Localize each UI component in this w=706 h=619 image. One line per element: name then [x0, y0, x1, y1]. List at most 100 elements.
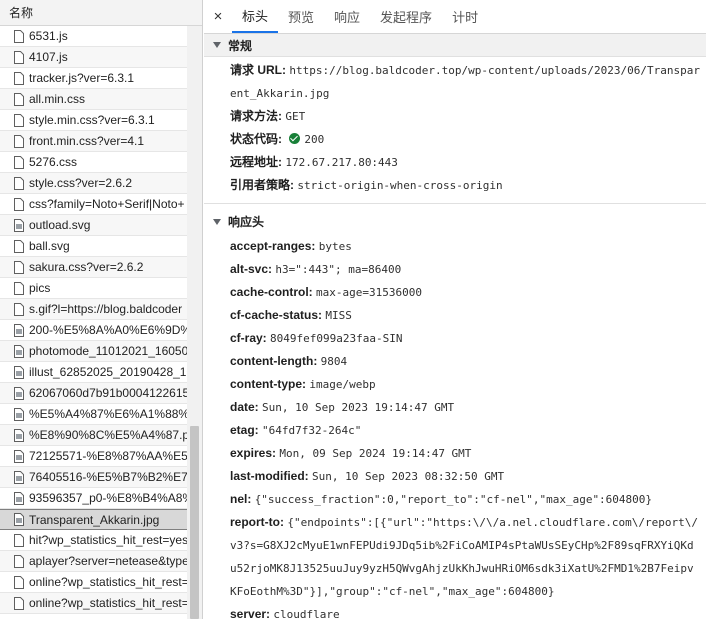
file-icon — [14, 29, 24, 43]
response-header-row: last-modified: Sun, 10 Sep 2023 08:32:50… — [204, 465, 706, 488]
request-row[interactable]: pics — [0, 278, 187, 299]
response-header-row: alt-svc: h3=":443"; ma=86400 — [204, 258, 706, 281]
response-header-value: MISS — [325, 309, 352, 322]
request-name: pics — [29, 281, 51, 295]
request-name: css?family=Noto+Serif|Noto+ — [29, 197, 185, 211]
general-section: 请求 URL: https://blog.baldcoder.top/wp-co… — [204, 57, 706, 204]
request-row[interactable]: Transparent_Akkarin.jpg — [0, 509, 187, 530]
request-row[interactable]: online?wp_statistics_hit_rest=y — [0, 593, 187, 614]
response-header-value: {"success_fraction":0,"report_to":"cf-ne… — [254, 493, 653, 506]
request-row[interactable]: 6531.js — [0, 26, 187, 47]
close-icon[interactable]: × — [204, 0, 232, 33]
response-headers-section-header[interactable]: 响应头 — [204, 210, 706, 233]
file-icon — [14, 239, 24, 253]
response-header-value: "64fd7f32-264c" — [262, 424, 362, 437]
tab-headers[interactable]: 标头 — [232, 0, 279, 33]
response-header-row: expires: Mon, 09 Sep 2024 19:14:47 GMT — [204, 442, 706, 465]
request-row[interactable]: 72125571-%E8%87%AA%E5% — [0, 446, 187, 467]
request-row[interactable]: hit?wp_statistics_hit_rest=yes. — [0, 530, 187, 551]
request-row[interactable]: 4107.js — [0, 47, 187, 68]
scrollbar-thumb[interactable] — [190, 426, 199, 619]
request-row[interactable]: 62067060d7b91b0004122615 — [0, 383, 187, 404]
request-row[interactable]: tracker.js?ver=6.3.1 — [0, 68, 187, 89]
request-name: illust_62852025_20190428_10 — [29, 365, 187, 379]
request-url-value: https://blog.baldcoder.top/wp-content/up… — [230, 64, 700, 100]
request-row[interactable]: 93596357_p0-%E8%B4%A8%E — [0, 488, 187, 509]
file-icon — [14, 176, 24, 190]
request-name: online?wp_statistics_hit_rest=y — [29, 596, 187, 610]
section-divider — [204, 203, 706, 204]
response-header-row: etag: "64fd7f32-264c" — [204, 419, 706, 442]
response-header-name: cf-ray: — [230, 331, 267, 345]
file-icon — [14, 155, 24, 169]
response-header-row: cf-cache-status: MISS — [204, 304, 706, 327]
remote-address-row: 远程地址: 172.67.217.80:443 — [204, 151, 706, 174]
file-icon — [14, 50, 24, 64]
image-file-icon — [14, 218, 24, 232]
image-file-icon — [14, 513, 24, 526]
request-row[interactable]: illust_62852025_20190428_10 — [0, 362, 187, 383]
remote-address-value: 172.67.217.80:443 — [285, 156, 398, 169]
request-list-scrollbar[interactable] — [187, 26, 202, 619]
name-column-label: 名称 — [9, 6, 34, 20]
request-name: tracker.js?ver=6.3.1 — [29, 71, 135, 85]
request-row[interactable]: %E8%90%8C%E5%A4%87.png — [0, 425, 187, 446]
file-icon — [14, 281, 24, 295]
response-header-value: bytes — [318, 240, 352, 253]
image-file-icon — [14, 344, 24, 358]
image-file-icon — [14, 428, 24, 442]
request-row[interactable]: front.min.css?ver=4.1 — [0, 131, 187, 152]
request-name: 6531.js — [29, 29, 68, 43]
request-row[interactable]: 76405516-%E5%B7%B2%E7% — [0, 467, 187, 488]
image-file-icon — [14, 323, 24, 337]
response-header-row: report-to: {"endpoints":[{"url":"https:\… — [204, 511, 706, 603]
response-header-name: cache-control: — [230, 285, 313, 299]
response-header-name: accept-ranges: — [230, 239, 316, 253]
response-header-name: server: — [230, 607, 271, 619]
request-row[interactable]: 200-%E5%8A%A0%E6%9D%8 — [0, 320, 187, 341]
response-header-value: 9804 — [320, 355, 348, 368]
response-header-name: alt-svc: — [230, 262, 273, 276]
response-header-name: content-length: — [230, 354, 318, 368]
request-row[interactable]: sakura.css?ver=2.6.2 — [0, 257, 187, 278]
request-name: Transparent_Akkarin.jpg — [29, 512, 160, 527]
tab-response[interactable]: 响应 — [324, 0, 370, 33]
request-row[interactable]: photomode_11012021_16050 — [0, 341, 187, 362]
request-row[interactable]: style.css?ver=2.6.2 — [0, 173, 187, 194]
request-name: online?wp_statistics_hit_rest=y — [29, 575, 187, 589]
tab-timing[interactable]: 计时 — [442, 0, 488, 33]
request-row[interactable]: style.min.css?ver=6.3.1 — [0, 110, 187, 131]
request-row[interactable]: 5276.css — [0, 152, 187, 173]
image-file-icon — [14, 449, 24, 463]
request-name: outload.svg — [29, 218, 91, 232]
request-name: photomode_11012021_16050 — [29, 344, 187, 358]
tab-initiator[interactable]: 发起程序 — [370, 0, 442, 33]
request-row[interactable]: s.gif?l=https://blog.baldcoder — [0, 299, 187, 320]
tab-preview[interactable]: 预览 — [278, 0, 324, 33]
request-row[interactable]: %E5%A4%87%E6%A1%88%E5 — [0, 404, 187, 425]
request-row[interactable]: outload.svg — [0, 215, 187, 236]
file-icon — [14, 197, 24, 211]
image-file-icon — [14, 386, 24, 400]
request-name: 93596357_p0-%E8%B4%A8%E — [29, 491, 187, 505]
request-name: 62067060d7b91b0004122615 — [29, 386, 187, 400]
name-column-header[interactable]: 名称 — [0, 0, 202, 26]
request-name: 5276.css — [29, 155, 78, 169]
request-name: style.css?ver=2.6.2 — [29, 176, 133, 190]
image-file-icon — [14, 365, 24, 379]
request-row[interactable]: online?wp_statistics_hit_rest=y — [0, 572, 187, 593]
general-section-header[interactable]: 常规 — [204, 34, 706, 57]
request-name: style.min.css?ver=6.3.1 — [29, 113, 155, 127]
response-header-name: date: — [230, 400, 259, 414]
request-row[interactable]: css?family=Noto+Serif|Noto+ — [0, 194, 187, 215]
request-name: %E8%90%8C%E5%A4%87.png — [29, 428, 187, 442]
image-file-icon — [14, 407, 24, 421]
request-row[interactable]: aplayer?server=netease&type — [0, 551, 187, 572]
file-icon — [14, 92, 24, 106]
collapse-triangle-icon — [213, 42, 221, 48]
request-name: aplayer?server=netease&type — [29, 554, 187, 568]
status-code-value: 200 — [304, 133, 325, 146]
request-row[interactable]: ball.svg — [0, 236, 187, 257]
response-header-value: cloudflare — [273, 608, 340, 619]
request-row[interactable]: all.min.css — [0, 89, 187, 110]
